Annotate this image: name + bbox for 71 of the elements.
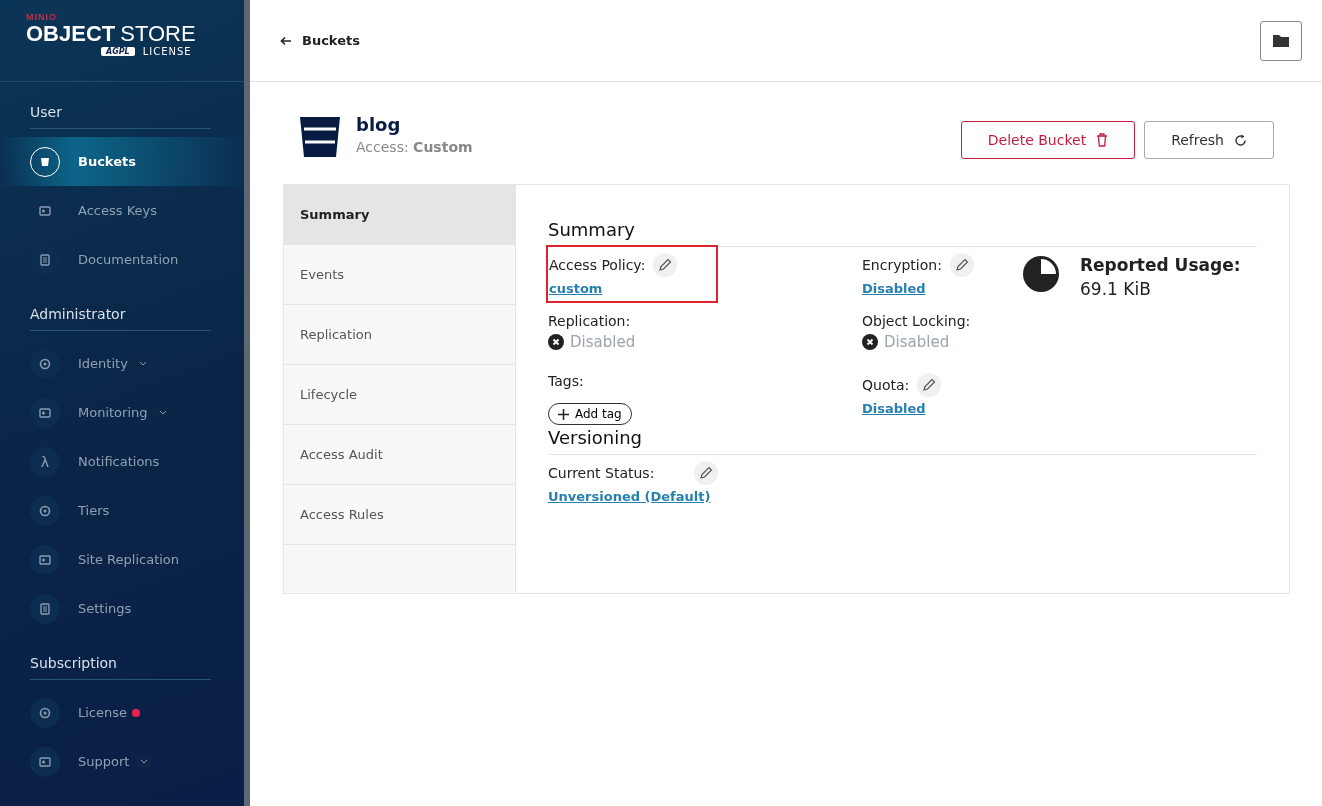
edit-icon[interactable] [949, 253, 974, 277]
nav-icon [30, 697, 60, 728]
folder-icon [1272, 33, 1290, 48]
add-tag-button[interactable]: Add tag [548, 403, 632, 425]
tab[interactable]: Summary [284, 185, 515, 245]
bucket-icon [298, 115, 342, 159]
value-link[interactable]: Disabled [862, 401, 926, 416]
status-value: Disabled [884, 333, 950, 351]
back-link[interactable]: Buckets [280, 33, 360, 48]
section-title: Subscription [30, 633, 211, 680]
nav-icon [30, 593, 60, 624]
plus-icon [558, 408, 569, 420]
x-circle-icon [862, 334, 878, 350]
sidebar-item[interactable]: Tiers [30, 486, 244, 535]
nav-icon [30, 746, 60, 777]
value-link[interactable]: custom [549, 281, 603, 296]
sidebar-item[interactable]: Support [30, 737, 244, 786]
sidebar-item[interactable]: λ Notifications [30, 437, 244, 486]
chevron-icon[interactable] [137, 754, 152, 769]
sidebar-item[interactable]: Settings [30, 584, 244, 633]
logo-license: LICENSE [142, 46, 192, 57]
status-value: Disabled [570, 333, 636, 351]
logo-brand: MINIO [26, 12, 58, 22]
edit-icon[interactable] [653, 253, 678, 277]
sidebar-item[interactable]: Access Keys [30, 186, 244, 235]
logo-product: OBJECT [26, 22, 116, 46]
section-title: User [30, 82, 211, 129]
tab[interactable]: Lifecycle [284, 365, 515, 425]
field-label: Access Policy: [549, 257, 646, 273]
tab[interactable]: Access Rules [284, 485, 515, 545]
tab[interactable]: Replication [284, 305, 515, 365]
nav-icon: λ [30, 446, 60, 477]
sidebar-item[interactable]: Identity [30, 339, 244, 388]
edit-icon[interactable] [917, 373, 942, 397]
nav-icon [30, 544, 60, 575]
folder-button[interactable] [1260, 20, 1302, 61]
section-heading: Versioning [548, 427, 1257, 455]
sidebar-item[interactable]: Documentation [30, 235, 244, 284]
value-link[interactable]: Disabled [862, 281, 926, 296]
nav-icon [30, 397, 60, 428]
x-circle-icon [548, 334, 564, 350]
access-label: Access: [356, 139, 409, 155]
bucket-name: blog [356, 114, 402, 135]
license-badge: AGPL [101, 47, 135, 56]
field-label: Object Locking: [862, 313, 971, 329]
edit-icon[interactable] [694, 461, 718, 485]
refresh-icon [1234, 133, 1247, 147]
field-label: Replication: [548, 313, 631, 329]
tab[interactable]: Events [284, 245, 515, 305]
field-label: Tags: [548, 373, 584, 389]
sidebar-item[interactable]: Site Replication [30, 535, 244, 584]
access-value: Custom [413, 139, 473, 155]
section-heading: Summary [548, 219, 1257, 247]
value-link[interactable]: Unversioned (Default) [548, 489, 711, 504]
refresh-button[interactable]: Refresh [1144, 121, 1274, 159]
tab[interactable]: Access Audit [284, 425, 515, 485]
pie-icon [1022, 255, 1060, 293]
logo-product: STORE [120, 22, 196, 46]
field-label: Current Status: [548, 465, 656, 481]
back-arrow-icon [280, 35, 292, 46]
sidebar-item[interactable]: Monitoring [30, 388, 244, 437]
trash-icon [1096, 133, 1109, 147]
usage-label: Reported Usage: [1080, 255, 1241, 275]
nav-icon [30, 495, 60, 526]
delete-button[interactable]: Delete Bucket [960, 121, 1136, 159]
section-title: Administrator [30, 284, 211, 331]
usage-value: 69.1 KiB [1080, 279, 1152, 299]
field-label: Encryption: [862, 257, 942, 273]
nav-icon [30, 348, 60, 379]
field-label: Quota: [862, 377, 910, 393]
sidebar-item[interactable]: License [30, 688, 244, 737]
